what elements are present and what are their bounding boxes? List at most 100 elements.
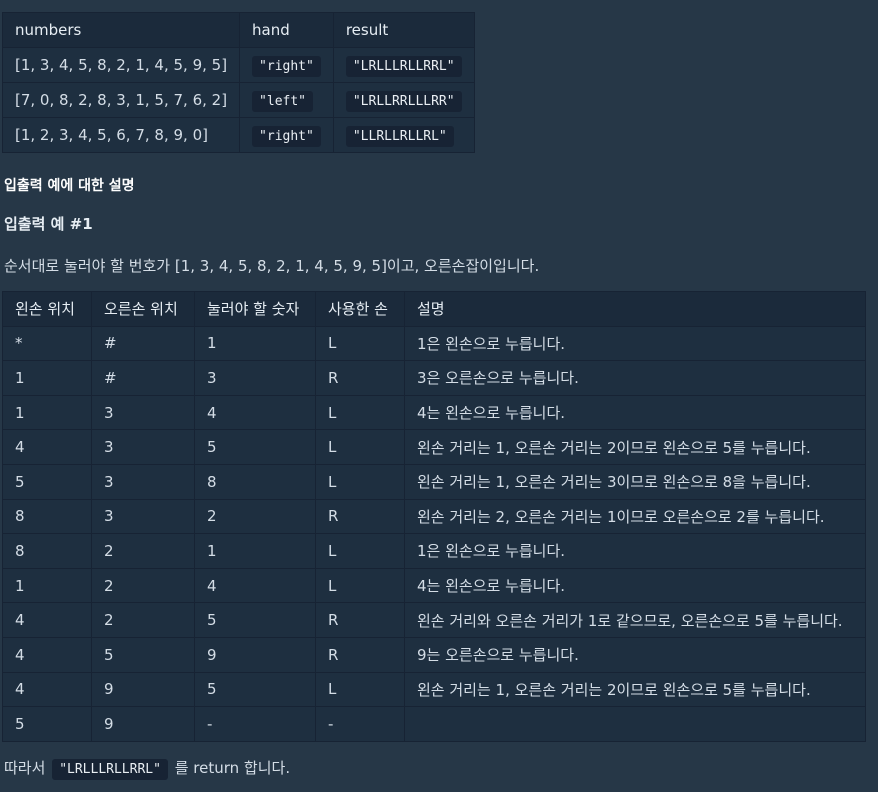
column-header-hand-used: 사용한 손 — [315, 291, 405, 327]
cell-explanation: 왼손 거리와 오른손 거리가 1로 같으므로, 오른손으로 5를 누릅니다. — [404, 602, 866, 638]
column-header-left-position: 왼손 위치 — [2, 291, 92, 327]
cell-explanation: 왼손 거리는 1, 오른손 거리는 2이므로 왼손으로 5를 누릅니다. — [404, 429, 866, 465]
cell-right-position: 3 — [91, 394, 195, 431]
cell-left-position: 4 — [2, 602, 92, 638]
cell-explanation: 왼손 거리는 2, 오른손 거리는 1이므로 오른손으로 2를 누릅니다. — [404, 498, 866, 535]
cell-explanation: 왼손 거리는 1, 오른손 거리는 2이므로 왼손으로 5를 누릅니다. — [404, 671, 866, 708]
cell-left-position: 8 — [2, 498, 92, 535]
cell-numbers: [7, 0, 8, 2, 8, 3, 1, 5, 7, 6, 2] — [1, 82, 241, 118]
cell-hand-used: - — [315, 706, 405, 742]
table-row: 8 2 1 L 1은 왼손으로 누릅니다. — [2, 533, 866, 569]
cell-left-position: 1 — [2, 360, 92, 396]
cell-left-position: 1 — [2, 394, 92, 431]
column-header-result: result — [332, 12, 475, 48]
column-header-number-to-press: 눌러야 할 숫자 — [194, 291, 316, 327]
cell-numbers: [1, 2, 3, 4, 5, 6, 7, 8, 9, 0] — [1, 117, 241, 153]
cell-explanation: 1은 왼손으로 누릅니다. — [404, 325, 866, 362]
cell-explanation: 4는 왼손으로 누릅니다. — [404, 394, 866, 431]
code-result: "LLRLLRLLRL" — [345, 126, 454, 147]
cell-number: 5 — [194, 671, 316, 708]
cell-right-position: 3 — [91, 498, 195, 535]
cell-hand-used: L — [315, 671, 405, 708]
result-prefix: 따라서 — [4, 759, 46, 777]
result-code: "LRLLLRLLRRL" — [52, 759, 168, 780]
column-header-explanation: 설명 — [404, 291, 866, 327]
code-hand: "right" — [252, 56, 321, 77]
result-suffix: 를 return 합니다. — [174, 759, 291, 777]
table-row: * #1 L 1은 왼손으로 누릅니다. — [2, 325, 866, 362]
cell-number: 5 — [194, 429, 316, 465]
column-header-numbers: numbers — [1, 12, 241, 48]
cell-right-position: 3 — [91, 429, 195, 465]
cell-number: 4 — [194, 567, 316, 604]
cell-hand-used: R — [315, 498, 405, 535]
table-row: 8 3 2 R 왼손 거리는 2, 오른손 거리는 1이므로 오른손으로 2를 누릅니다… — [2, 498, 866, 535]
section-heading-explanation: 입출력 예에 대한 설명 — [4, 178, 135, 194]
table-row: [1, 3, 4, 5, 8, 2, 1, 4, 5, 9, 5] "right… — [1, 47, 475, 83]
cell-hand-used: L — [315, 325, 405, 362]
cell-numbers: [1, 3, 4, 5, 8, 2, 1, 4, 5, 9, 5] — [1, 47, 241, 83]
cell-hand-used: R — [315, 636, 405, 673]
cell-number: 1 — [194, 325, 316, 362]
cell-hand: "right" — [239, 47, 334, 83]
cell-right-position: # — [91, 360, 195, 396]
table-row: 4 9 5 L 왼손 거리는 1, 오른손 거리는 2이므로 왼손으로 5를 누릅니다. — [2, 671, 866, 708]
example-description: 순서대로 눌러야 할 번호가 [1, 3, 4, 5, 8, 2, 1, 4, … — [4, 257, 540, 275]
column-header-right-position: 오른손 위치 — [91, 291, 195, 327]
cell-right-position: # — [91, 325, 195, 362]
cell-number: 4 — [194, 394, 316, 431]
cell-left-position: * — [2, 325, 92, 362]
cell-number: 9 — [194, 636, 316, 673]
cell-result: "LRLLLRLLRRL" — [332, 47, 475, 83]
cell-right-position: 2 — [91, 602, 195, 638]
cell-hand-used: L — [315, 429, 405, 465]
code-hand: "left" — [252, 91, 314, 112]
cell-right-position: 9 — [91, 671, 195, 708]
cell-explanation: 1은 왼손으로 누릅니다. — [404, 533, 866, 569]
table-row: 4 3 5 L 왼손 거리는 1, 오른손 거리는 2이므로 왼손으로 5를 누릅니다. — [2, 429, 866, 465]
table-row: [1, 2, 3, 4, 5, 6, 7, 8, 9, 0] "right" "… — [1, 117, 475, 153]
cell-hand-used: L — [315, 463, 405, 500]
cell-number: - — [194, 706, 316, 742]
table-row: 4 5 9 R 9는 오른손으로 누릅니다. — [2, 636, 866, 673]
cell-left-position: 8 — [2, 533, 92, 569]
problem-description: numbers hand result [1, 3, 4, 5, 8, 2, 1… — [0, 0, 878, 792]
io-example-table: numbers hand result [1, 3, 4, 5, 8, 2, 1… — [1, 12, 475, 153]
cell-result: "LLRLLRLLRL" — [332, 117, 475, 153]
cell-left-position: 1 — [2, 567, 92, 604]
table-row: 59-- — [2, 706, 866, 742]
code-hand: "right" — [252, 126, 321, 147]
cell-left-position: 4 — [2, 636, 92, 673]
cell-left-position: 4 — [2, 671, 92, 708]
cell-right-position: 2 — [91, 533, 195, 569]
column-header-hand: hand — [239, 12, 334, 48]
cell-explanation: 9는 오른손으로 누릅니다. — [404, 636, 866, 673]
cell-hand-used: R — [315, 360, 405, 396]
cell-left-position: 4 — [2, 429, 92, 465]
step-explanation-table: 왼손 위치 오른손 위치 눌러야 할 숫자 사용한 손 설명 * #1 L 1은 왼손… — [2, 291, 866, 742]
cell-hand-used: L — [315, 567, 405, 604]
code-result: "LRLLRRLLLRR" — [345, 91, 462, 112]
cell-right-position: 9 — [91, 706, 195, 742]
table-row: 1 3 4 L 4는 왼손으로 누릅니다. — [2, 394, 866, 431]
cell-left-position: 5 — [2, 463, 92, 500]
cell-right-position: 2 — [91, 567, 195, 604]
cell-hand: "right" — [239, 117, 334, 153]
cell-hand: "left" — [239, 82, 334, 118]
cell-number: 1 — [194, 533, 316, 569]
cell-hand-used: L — [315, 394, 405, 431]
cell-explanation — [404, 706, 866, 742]
cell-number: 8 — [194, 463, 316, 500]
cell-hand-used: L — [315, 533, 405, 569]
table-row: 1 #3 R 3은 오른손으로 누릅니다. — [2, 360, 866, 396]
cell-explanation: 4는 왼손으로 누릅니다. — [404, 567, 866, 604]
code-result: "LRLLLRLLRRL" — [345, 56, 462, 77]
cell-number: 3 — [194, 360, 316, 396]
cell-number: 5 — [194, 602, 316, 638]
table-row: 5 3 8 L 왼손 거리는 1, 오른손 거리는 3이므로 왼손으로 8을 누릅니다. — [2, 463, 866, 500]
result-sentence: 따라서 "LRLLLRLLRRL" 를 return 합니다. — [4, 757, 291, 780]
cell-right-position: 5 — [91, 636, 195, 673]
cell-hand-used: R — [315, 602, 405, 638]
example-heading: 입출력 예 #1 — [4, 215, 93, 233]
table-row: [7, 0, 8, 2, 8, 3, 1, 5, 7, 6, 2] "left"… — [1, 82, 475, 118]
